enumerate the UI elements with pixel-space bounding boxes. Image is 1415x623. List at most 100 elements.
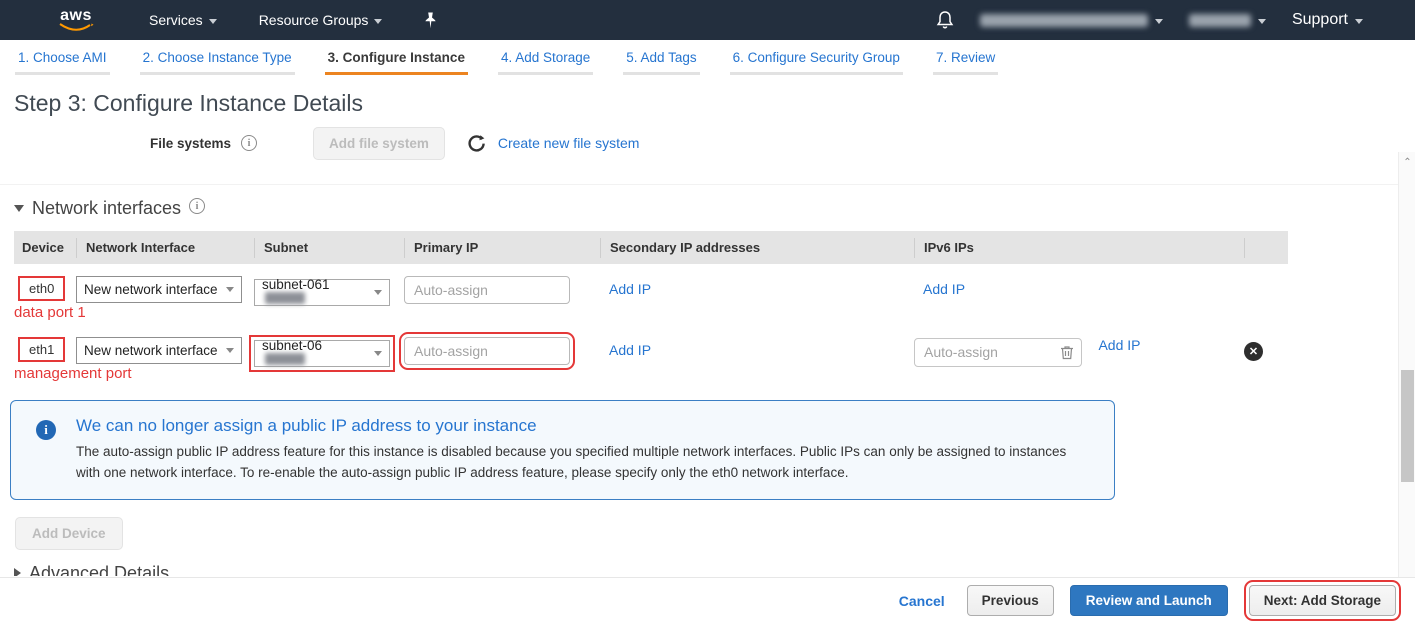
info-circle-icon: i (36, 420, 56, 440)
chevron-down-icon (1257, 18, 1266, 24)
collapse-triangle-icon (14, 568, 21, 576)
tab-review[interactable]: 7. Review (932, 50, 999, 75)
services-menu[interactable]: Services (149, 12, 217, 28)
column-ipv6: IPv6 IPs (914, 237, 1244, 258)
column-network-interface: Network Interface (76, 237, 254, 258)
previous-button[interactable]: Previous (966, 585, 1054, 616)
collapse-triangle-icon (14, 205, 24, 212)
tab-add-tags[interactable]: 5. Add Tags (623, 50, 700, 75)
resource-groups-menu[interactable]: Resource Groups (259, 12, 383, 28)
region-menu[interactable] (1188, 13, 1266, 27)
wizard-tabs: 1. Choose AMI 2. Choose Instance Type 3.… (0, 40, 1415, 75)
scroll-up-icon[interactable]: ⌃ (1399, 154, 1415, 170)
refresh-icon[interactable] (467, 134, 486, 153)
device-cell: eth0 data port 1 (14, 274, 86, 321)
pushpin-icon[interactable] (424, 12, 437, 29)
annotation-management-port: management port (14, 365, 132, 382)
advanced-details-clipped: Advanced Details (14, 563, 1415, 576)
tab-choose-ami[interactable]: 1. Choose AMI (15, 50, 110, 75)
services-label: Services (149, 12, 203, 28)
tab-configure-instance[interactable]: 3. Configure Instance (324, 50, 468, 75)
chevron-down-icon (1154, 18, 1163, 24)
primary-ip-cell (399, 332, 600, 370)
review-and-launch-button[interactable]: Review and Launch (1069, 585, 1228, 616)
create-new-file-system-link[interactable]: Create new file system (498, 135, 640, 151)
column-device: Device (22, 240, 64, 255)
subnet-cell: subnet-06 (249, 334, 404, 372)
scrollbar-thumb[interactable] (1401, 370, 1414, 482)
network-interface-value: New network interface (84, 343, 218, 358)
network-interfaces-header[interactable]: Network interfaces i (14, 198, 1415, 219)
primary-ip-input-eth0[interactable] (404, 276, 570, 304)
advanced-details-title: Advanced Details (29, 562, 170, 576)
chevron-down-icon (226, 287, 234, 292)
file-systems-row: File systems i Add file system Create ne… (150, 126, 1415, 160)
resource-groups-label: Resource Groups (258, 12, 369, 28)
blurred-account-text (979, 13, 1148, 27)
trash-icon[interactable] (1060, 344, 1074, 360)
ipv6-input-eth1[interactable] (924, 344, 1034, 360)
network-interfaces-title: Network interfaces (32, 198, 182, 218)
add-device-button[interactable]: Add Device (15, 516, 123, 550)
add-ipv6-ip-link-eth1[interactable]: Add IP (1098, 337, 1140, 353)
bell-icon[interactable] (936, 10, 954, 30)
primary-ip-input-eth1[interactable] (399, 332, 575, 370)
actions-cell: ✕ (1244, 335, 1288, 361)
support-menu[interactable]: Support (1292, 11, 1363, 29)
alert-title: We can no longer assign a public IP addr… (76, 416, 537, 435)
add-secondary-ip-link-eth0[interactable]: Add IP (609, 281, 651, 297)
column-primary-ip: Primary IP (404, 237, 600, 258)
network-table-header: Device Network Interface Subnet Primary … (14, 231, 1288, 264)
network-interface-select-eth0[interactable]: New network interface (76, 276, 242, 303)
subnet-select-eth1[interactable]: subnet-06 (249, 334, 395, 372)
cancel-link[interactable]: Cancel (899, 593, 945, 609)
page-body: 1. Choose AMI 2. Choose Instance Type 3.… (0, 40, 1415, 623)
tab-add-storage[interactable]: 4. Add Storage (497, 50, 594, 75)
chevron-down-icon (374, 350, 382, 356)
add-ipv6-ip-link-eth0[interactable]: Add IP (923, 281, 965, 297)
interface-cell: New network interface (76, 335, 254, 364)
next-add-storage-button[interactable]: Next: Add Storage (1243, 580, 1402, 621)
chevron-down-icon (226, 348, 234, 353)
tab-choose-instance-type[interactable]: 2. Choose Instance Type (139, 50, 295, 75)
blurred-subnet-id (265, 292, 305, 304)
column-actions (1244, 237, 1288, 258)
annotation-data-port: data port 1 (14, 304, 86, 321)
chevron-down-icon (374, 18, 383, 24)
blurred-subnet-id (265, 353, 305, 365)
interface-cell: New network interface (76, 274, 254, 303)
public-ip-alert: i We can no longer assign a public IP ad… (10, 400, 1115, 500)
remove-interface-icon[interactable]: ✕ (1244, 342, 1263, 361)
vertical-scrollbar[interactable]: ⌃ ⌄ (1398, 152, 1415, 617)
info-icon[interactable]: i (189, 198, 206, 214)
subnet-select-eth0[interactable]: subnet-061 (254, 277, 390, 306)
tab-configure-security-group[interactable]: 6. Configure Security Group (729, 50, 903, 75)
add-file-system-button[interactable]: Add file system (313, 126, 445, 160)
column-secondary-ip: Secondary IP addresses (600, 237, 914, 258)
info-icon[interactable]: i (241, 135, 258, 151)
alert-body: The auto-assign public IP address featur… (76, 444, 1067, 480)
secondary-ip-cell: Add IP (600, 335, 914, 360)
add-secondary-ip-link-eth1[interactable]: Add IP (609, 342, 651, 358)
chevron-down-icon (374, 289, 382, 295)
subnet-value: subnet-06 (262, 338, 368, 368)
aws-logo[interactable]: aws (58, 6, 94, 32)
support-label: Support (1291, 11, 1348, 28)
network-interface-select-eth1[interactable]: New network interface (76, 337, 242, 364)
ipv6-cell: Add IP (914, 274, 1244, 299)
device-label-eth0: eth0 (18, 276, 66, 301)
aws-smile-icon (59, 22, 94, 31)
device-label-eth1: eth1 (18, 337, 66, 362)
table-row-eth1: eth1 management port New network interfa… (14, 332, 1415, 382)
account-menu[interactable] (979, 13, 1163, 27)
nav-right: Support (936, 10, 1415, 30)
advanced-details-header[interactable]: Advanced Details (14, 563, 1415, 576)
primary-ip-cell (404, 274, 600, 304)
aws-logo-text: aws (60, 6, 92, 24)
top-nav: aws Services Resource Groups Support (0, 0, 1415, 40)
actions-cell (1244, 274, 1288, 276)
chevron-down-icon (1355, 18, 1363, 24)
blurred-region-text (1188, 13, 1251, 27)
network-interface-value: New network interface (84, 282, 218, 297)
table-row-eth0: eth0 data port 1 New network interface s… (14, 274, 1415, 321)
